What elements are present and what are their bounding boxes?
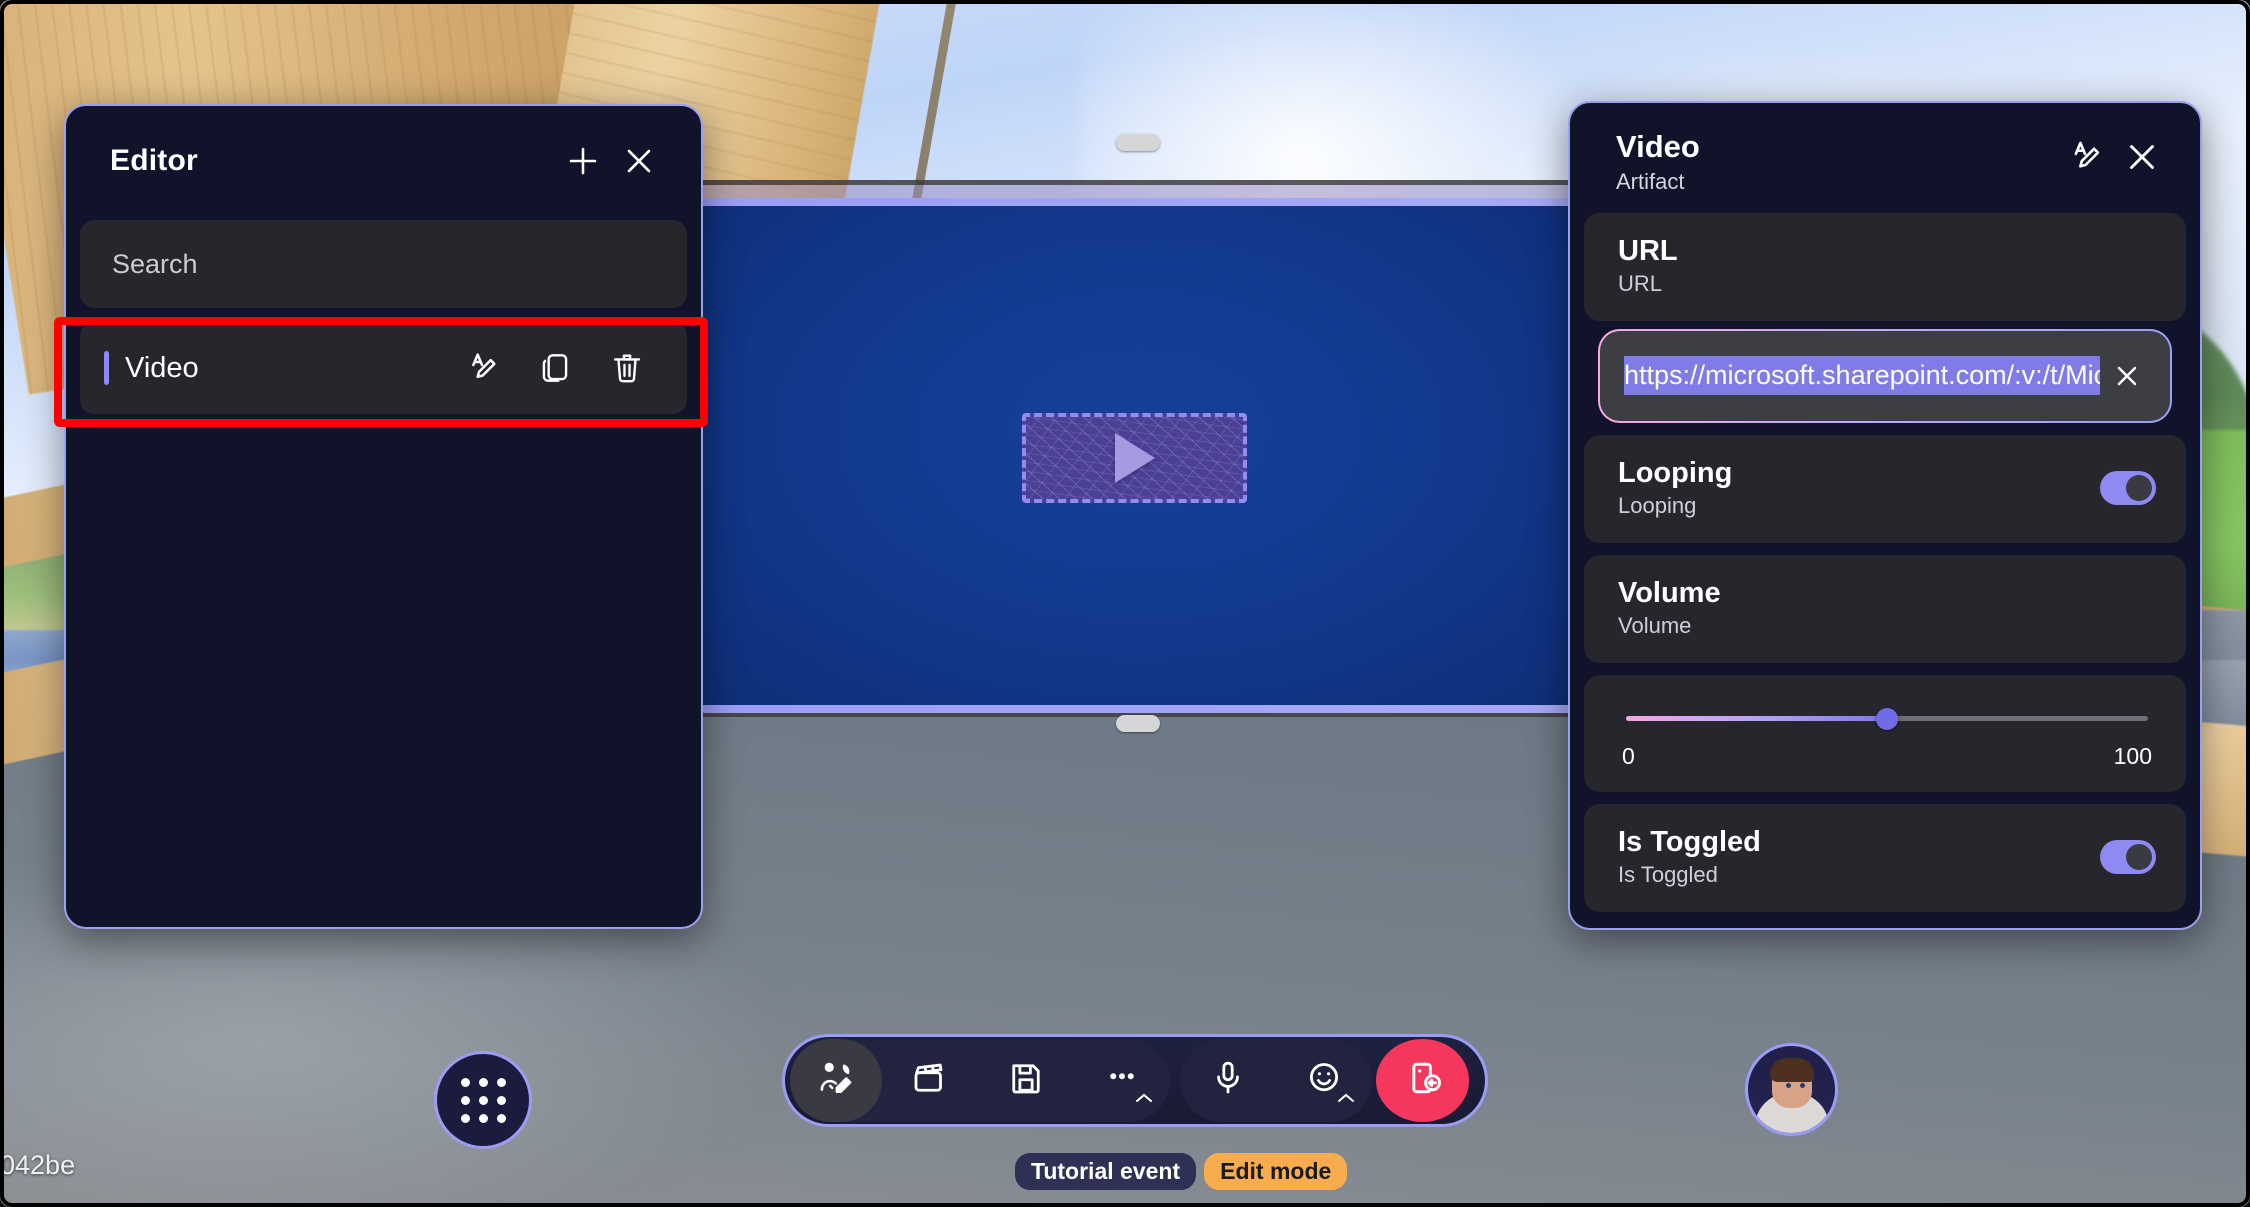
field-is-toggled[interactable]: Is Toggled Is Toggled: [1584, 803, 2186, 912]
board-resize-handle-bottom[interactable]: [1116, 715, 1160, 732]
clapperboard-button[interactable]: [882, 1039, 978, 1122]
list-item-video[interactable]: Video: [80, 322, 687, 414]
toggle-knob: [2126, 474, 2152, 501]
screen: Editor Search Video Video Artifact URL U…: [0, 0, 2250, 1207]
clapperboard-icon: [909, 1057, 951, 1104]
slider-min-label: 0: [1622, 742, 1635, 769]
field-label: Volume: [1618, 576, 1721, 609]
board-bottom-edge: [703, 705, 1576, 713]
close-icon[interactable]: [2100, 349, 2154, 403]
slider-handle[interactable]: [1876, 707, 1898, 730]
field-label: Is Toggled: [1618, 825, 1761, 858]
properties-field-list: URL URL https://microsoft.sharepoint.com…: [1570, 212, 2200, 912]
field-label: Looping: [1618, 456, 1733, 489]
field-url: URL URL: [1584, 212, 2186, 321]
plus-icon[interactable]: [555, 133, 611, 189]
slider-scale: 0 100: [1618, 743, 2156, 770]
more-button[interactable]: [1074, 1039, 1170, 1122]
people-build-icon: [814, 1056, 858, 1105]
video-artifact-placeholder[interactable]: [1022, 413, 1247, 503]
volume-slider[interactable]: [1618, 705, 2156, 731]
avatar-hair: [1769, 1058, 1814, 1082]
field-sublabel: Volume: [1618, 612, 1692, 638]
leave-door-icon: [1401, 1056, 1445, 1105]
board-resize-handle-top[interactable]: [1116, 134, 1160, 151]
floppy-save-icon: [1005, 1057, 1047, 1104]
avatar-eye: [1800, 1083, 1805, 1088]
trash-icon[interactable]: [591, 332, 663, 404]
editor-item-list: Video: [80, 322, 687, 414]
session-id-text: 042be: [0, 1150, 76, 1180]
microphone-icon: [1207, 1057, 1249, 1104]
save-button[interactable]: [978, 1039, 1074, 1122]
volume-slider-card[interactable]: 0 100: [1584, 674, 2186, 792]
search-placeholder: Search: [112, 248, 198, 279]
editor-panel: Editor Search Video: [64, 104, 703, 929]
leave-button[interactable]: [1376, 1039, 1469, 1122]
properties-panel-subtitle: Artifact: [1616, 168, 1685, 194]
grid-apps-icon: [460, 1077, 506, 1123]
url-input[interactable]: https://microsoft.sharepoint.com/:v:/t/M…: [1600, 330, 2170, 421]
item-accent-bar: [104, 351, 109, 385]
toggle-knob: [2126, 843, 2152, 870]
rename-pen-icon[interactable]: [2058, 129, 2114, 185]
chevron-up-icon: [1336, 1091, 1356, 1108]
editor-panel-header: Editor: [66, 106, 701, 216]
reactions-button[interactable]: [1276, 1039, 1372, 1122]
user-avatar[interactable]: [1745, 1043, 1838, 1136]
people-build-button[interactable]: [790, 1039, 882, 1122]
close-icon[interactable]: [611, 133, 667, 189]
field-sublabel: URL: [1618, 270, 1663, 296]
properties-panel-title: Video: [1616, 129, 1700, 164]
field-sublabel: Is Toggled: [1618, 861, 1718, 887]
play-icon: [1114, 433, 1155, 483]
field-sublabel: Looping: [1618, 492, 1697, 518]
chevron-up-icon: [1134, 1091, 1154, 1108]
url-input-focus-ring: https://microsoft.sharepoint.com/:v:/t/M…: [1598, 328, 2172, 423]
properties-panel-header: Video Artifact: [1570, 103, 2200, 213]
looping-toggle[interactable]: [2100, 470, 2156, 505]
status-badge-edit-mode: Edit mode: [1204, 1153, 1348, 1190]
app-launcher-button[interactable]: [434, 1051, 532, 1149]
microphone-button[interactable]: [1180, 1039, 1276, 1122]
list-item-label: Video: [125, 351, 199, 384]
field-volume: Volume Volume: [1584, 554, 2186, 663]
slider-fill: [1626, 715, 1887, 721]
status-badge-tutorial-event: Tutorial event: [1015, 1153, 1197, 1190]
field-label: URL: [1618, 234, 1678, 267]
board-top-edge: [703, 198, 1576, 206]
toolbar-media-group: [1180, 1039, 1372, 1122]
slider-max-label: 100: [2113, 742, 2152, 769]
bottom-toolbar: [782, 1034, 1488, 1127]
editor-panel-title: Editor: [110, 144, 198, 177]
field-looping[interactable]: Looping Looping: [1584, 434, 2186, 543]
duplicate-icon[interactable]: [519, 332, 591, 404]
url-input-value[interactable]: https://microsoft.sharepoint.com/:v:/t/M…: [1624, 356, 2100, 396]
artifact-properties-panel: Video Artifact URL URL https://microsoft…: [1568, 101, 2202, 930]
toolbar-primary-group: [790, 1039, 1170, 1122]
search-input[interactable]: Search: [80, 220, 687, 308]
is-toggled-toggle[interactable]: [2100, 839, 2156, 874]
status-pills: Tutorial event Edit mode: [1015, 1153, 1348, 1190]
close-icon[interactable]: [2114, 129, 2170, 185]
rename-pen-icon[interactable]: [447, 332, 519, 404]
avatar-eye: [1786, 1083, 1791, 1088]
